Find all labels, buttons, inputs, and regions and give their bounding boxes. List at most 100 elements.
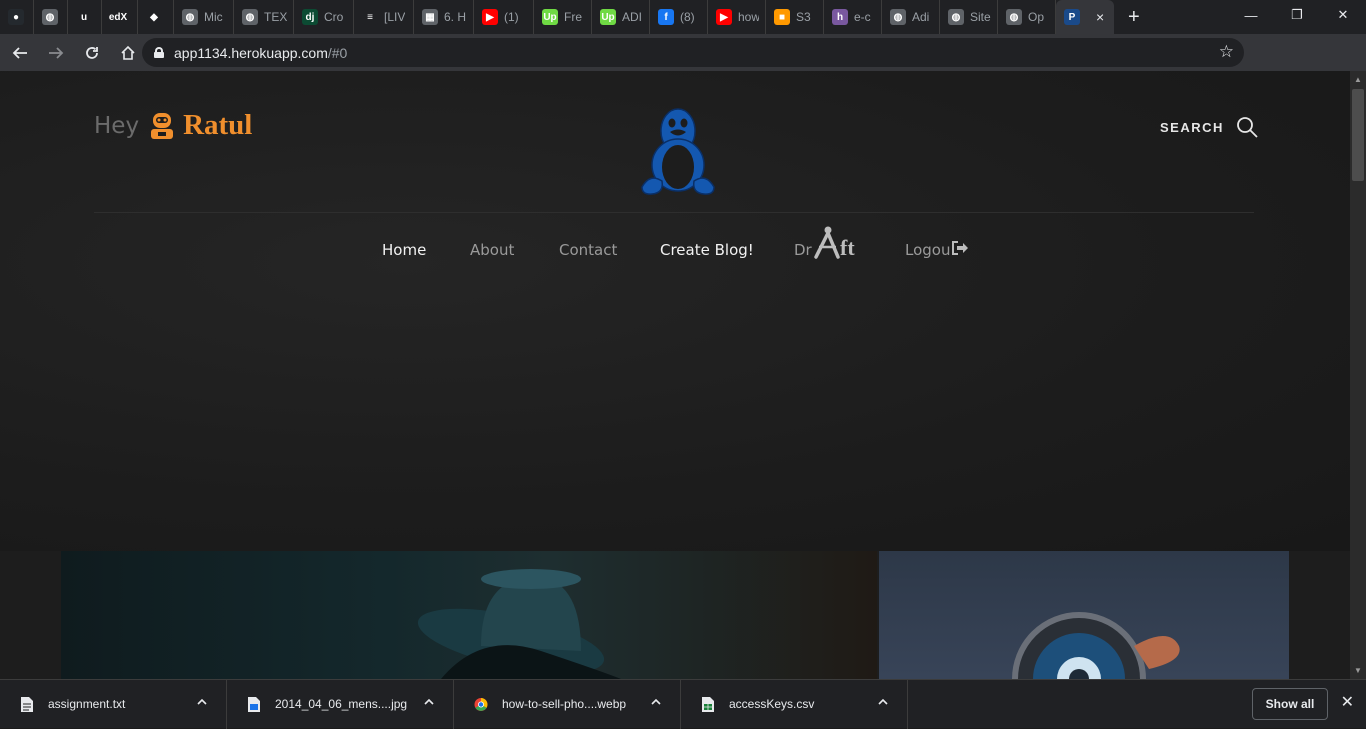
csv-file-icon [702, 696, 714, 712]
edx-icon: edX [109, 9, 127, 25]
browser-tab[interactable]: ▶ how [708, 0, 766, 34]
globe-icon: ◍ [182, 9, 198, 25]
search-icon [1237, 117, 1258, 138]
nav-home[interactable]: Home [382, 241, 426, 259]
browser-tab[interactable]: ▦ 6. H [414, 0, 474, 34]
greeting-hey: Hey [94, 112, 140, 139]
tab-title: Fre [564, 10, 582, 24]
scroll-up-arrow-icon[interactable]: ▲ [1354, 75, 1362, 84]
youtube-icon: ▶ [716, 9, 732, 25]
home-button[interactable] [112, 37, 144, 69]
arrow-left-icon [12, 46, 27, 59]
browser-tab[interactable]: ◍ [34, 0, 68, 34]
reload-icon [86, 46, 98, 59]
draft-compass-icon[interactable]: ft [810, 225, 866, 261]
nav-create-blog[interactable]: Create Blog! [660, 241, 754, 259]
browser-tab[interactable]: ◍ Mic [174, 0, 234, 34]
browser-tab-strip: ● ◍ u edX ◆ ◍ Mic ◍ TEX dj Cro ≡ [LIV ▦ 6. H ▶ (1) Up Fre U… [0, 0, 1366, 34]
mask-icon: ◆ [146, 9, 162, 25]
download-item[interactable]: how-to-sell-pho....webp [454, 679, 681, 729]
lock-icon [154, 47, 164, 58]
new-tab-button[interactable]: + [1128, 0, 1140, 34]
url-host: app1134.herokuapp.com [174, 44, 328, 61]
tab-title: Cro [324, 10, 344, 24]
hero-header: Hey Ratul SEARCH Home About Contact Crea… [0, 71, 1350, 551]
chevron-up-icon[interactable] [423, 696, 435, 708]
tab-title: Mic [204, 10, 223, 24]
bookmark-star-icon[interactable]: ☆ [1219, 42, 1234, 62]
youtube-icon: ▶ [482, 9, 498, 25]
chevron-up-icon[interactable] [650, 696, 662, 708]
browser-tab[interactable]: ≡ [LIV [354, 0, 414, 34]
tab-title: Adi [912, 10, 930, 24]
reload-button[interactable] [76, 37, 108, 69]
download-item[interactable]: assignment.txt [0, 679, 227, 729]
close-download-bar-button[interactable]: ✕ [1341, 692, 1354, 712]
search-button[interactable]: SEARCH [1160, 116, 1258, 138]
browser-tab[interactable]: Up ADI [592, 0, 650, 34]
browser-tab[interactable]: u [68, 0, 102, 34]
blog-card-watch[interactable] [879, 551, 1289, 679]
browser-tab[interactable]: ◍ TEX [234, 0, 294, 34]
download-filename: assignment.txt [48, 697, 126, 711]
card-image-hat [417, 569, 621, 679]
browser-tab[interactable]: f (8) [650, 0, 708, 34]
github-icon: ● [8, 9, 24, 25]
download-item[interactable]: 2014_04_06_mens....jpg [227, 679, 454, 729]
tab-title: ADI [622, 10, 643, 24]
facebook-icon: f [658, 9, 674, 25]
image-file-icon [248, 696, 260, 712]
globe-icon: ◍ [1006, 9, 1022, 25]
browser-tab[interactable]: h e-c [824, 0, 882, 34]
tab-title: Site [970, 10, 991, 24]
browser-tab[interactable]: ▶ (1) [474, 0, 534, 34]
nav-logout[interactable]: Logou [905, 241, 950, 259]
address-bar[interactable]: app1134.herokuapp.com/#0 ☆ [142, 38, 1244, 67]
draft-suffix: ft [840, 235, 855, 260]
web-page: Hey Ratul SEARCH Home About Contact Crea… [0, 71, 1350, 679]
chevron-up-icon[interactable] [196, 696, 208, 708]
browser-toolbar: app1134.herokuapp.com/#0 ☆ G ☺ ✦ [0, 34, 1366, 96]
restore-button[interactable]: ❐ [1274, 0, 1320, 30]
download-filename: how-to-sell-pho....webp [502, 697, 627, 711]
blog-card-hat-man[interactable] [61, 551, 877, 679]
show-all-downloads-button[interactable]: Show all [1252, 688, 1328, 720]
p-icon: P [1064, 9, 1080, 25]
chevron-up-icon[interactable] [877, 696, 889, 708]
browser-tab[interactable]: Up Fre [534, 0, 592, 34]
browser-tab[interactable]: ◍ Site [940, 0, 998, 34]
tux-penguin-logo[interactable] [636, 99, 720, 199]
minimize-button[interactable]: — [1228, 0, 1274, 30]
card-image-watch [1012, 612, 1180, 679]
browser-tab[interactable]: ◍ Op [998, 0, 1056, 34]
book-icon: ▦ [422, 9, 438, 25]
tab-title: 6. H [444, 10, 467, 24]
main-nav: Home About Contact Create Blog! Dr Logou [0, 237, 1350, 265]
browser-tab[interactable]: edX [102, 0, 138, 34]
browser-tab[interactable]: ■ S3 [766, 0, 824, 34]
back-button[interactable] [4, 37, 36, 69]
browser-tab[interactable]: ● [0, 0, 34, 34]
download-item[interactable]: accessKeys.csv [681, 679, 908, 729]
user-name: Ratul [183, 109, 253, 141]
browser-tab[interactable]: ◍ Adi [882, 0, 940, 34]
browser-tab[interactable]: dj Cro [294, 0, 354, 34]
tab-close-button[interactable]: × [1096, 9, 1104, 25]
globe-icon: ◍ [948, 9, 964, 25]
tab-title: [LIV [384, 10, 406, 24]
browser-tab[interactable]: P × [1056, 0, 1114, 34]
browser-tab[interactable]: ◆ [138, 0, 174, 34]
aws-icon: ■ [774, 9, 790, 25]
tab-list: ● ◍ u edX ◆ ◍ Mic ◍ TEX dj Cro ≡ [LIV ▦ 6. H ▶ (1) Up Fre U… [0, 0, 1114, 34]
forward-button[interactable] [40, 37, 72, 69]
tab-title: Op [1028, 10, 1045, 24]
nav-about[interactable]: About [470, 241, 514, 259]
nav-contact[interactable]: Contact [559, 241, 617, 259]
logout-icon[interactable] [952, 241, 968, 255]
page-scrollbar[interactable]: ▲ ▼ [1350, 71, 1366, 679]
header-divider [94, 212, 1254, 213]
scrollbar-thumb[interactable] [1352, 89, 1364, 181]
scroll-down-arrow-icon[interactable]: ▼ [1354, 666, 1362, 675]
tab-title: (8) [680, 10, 695, 24]
window-close-button[interactable]: ✕ [1320, 0, 1366, 30]
